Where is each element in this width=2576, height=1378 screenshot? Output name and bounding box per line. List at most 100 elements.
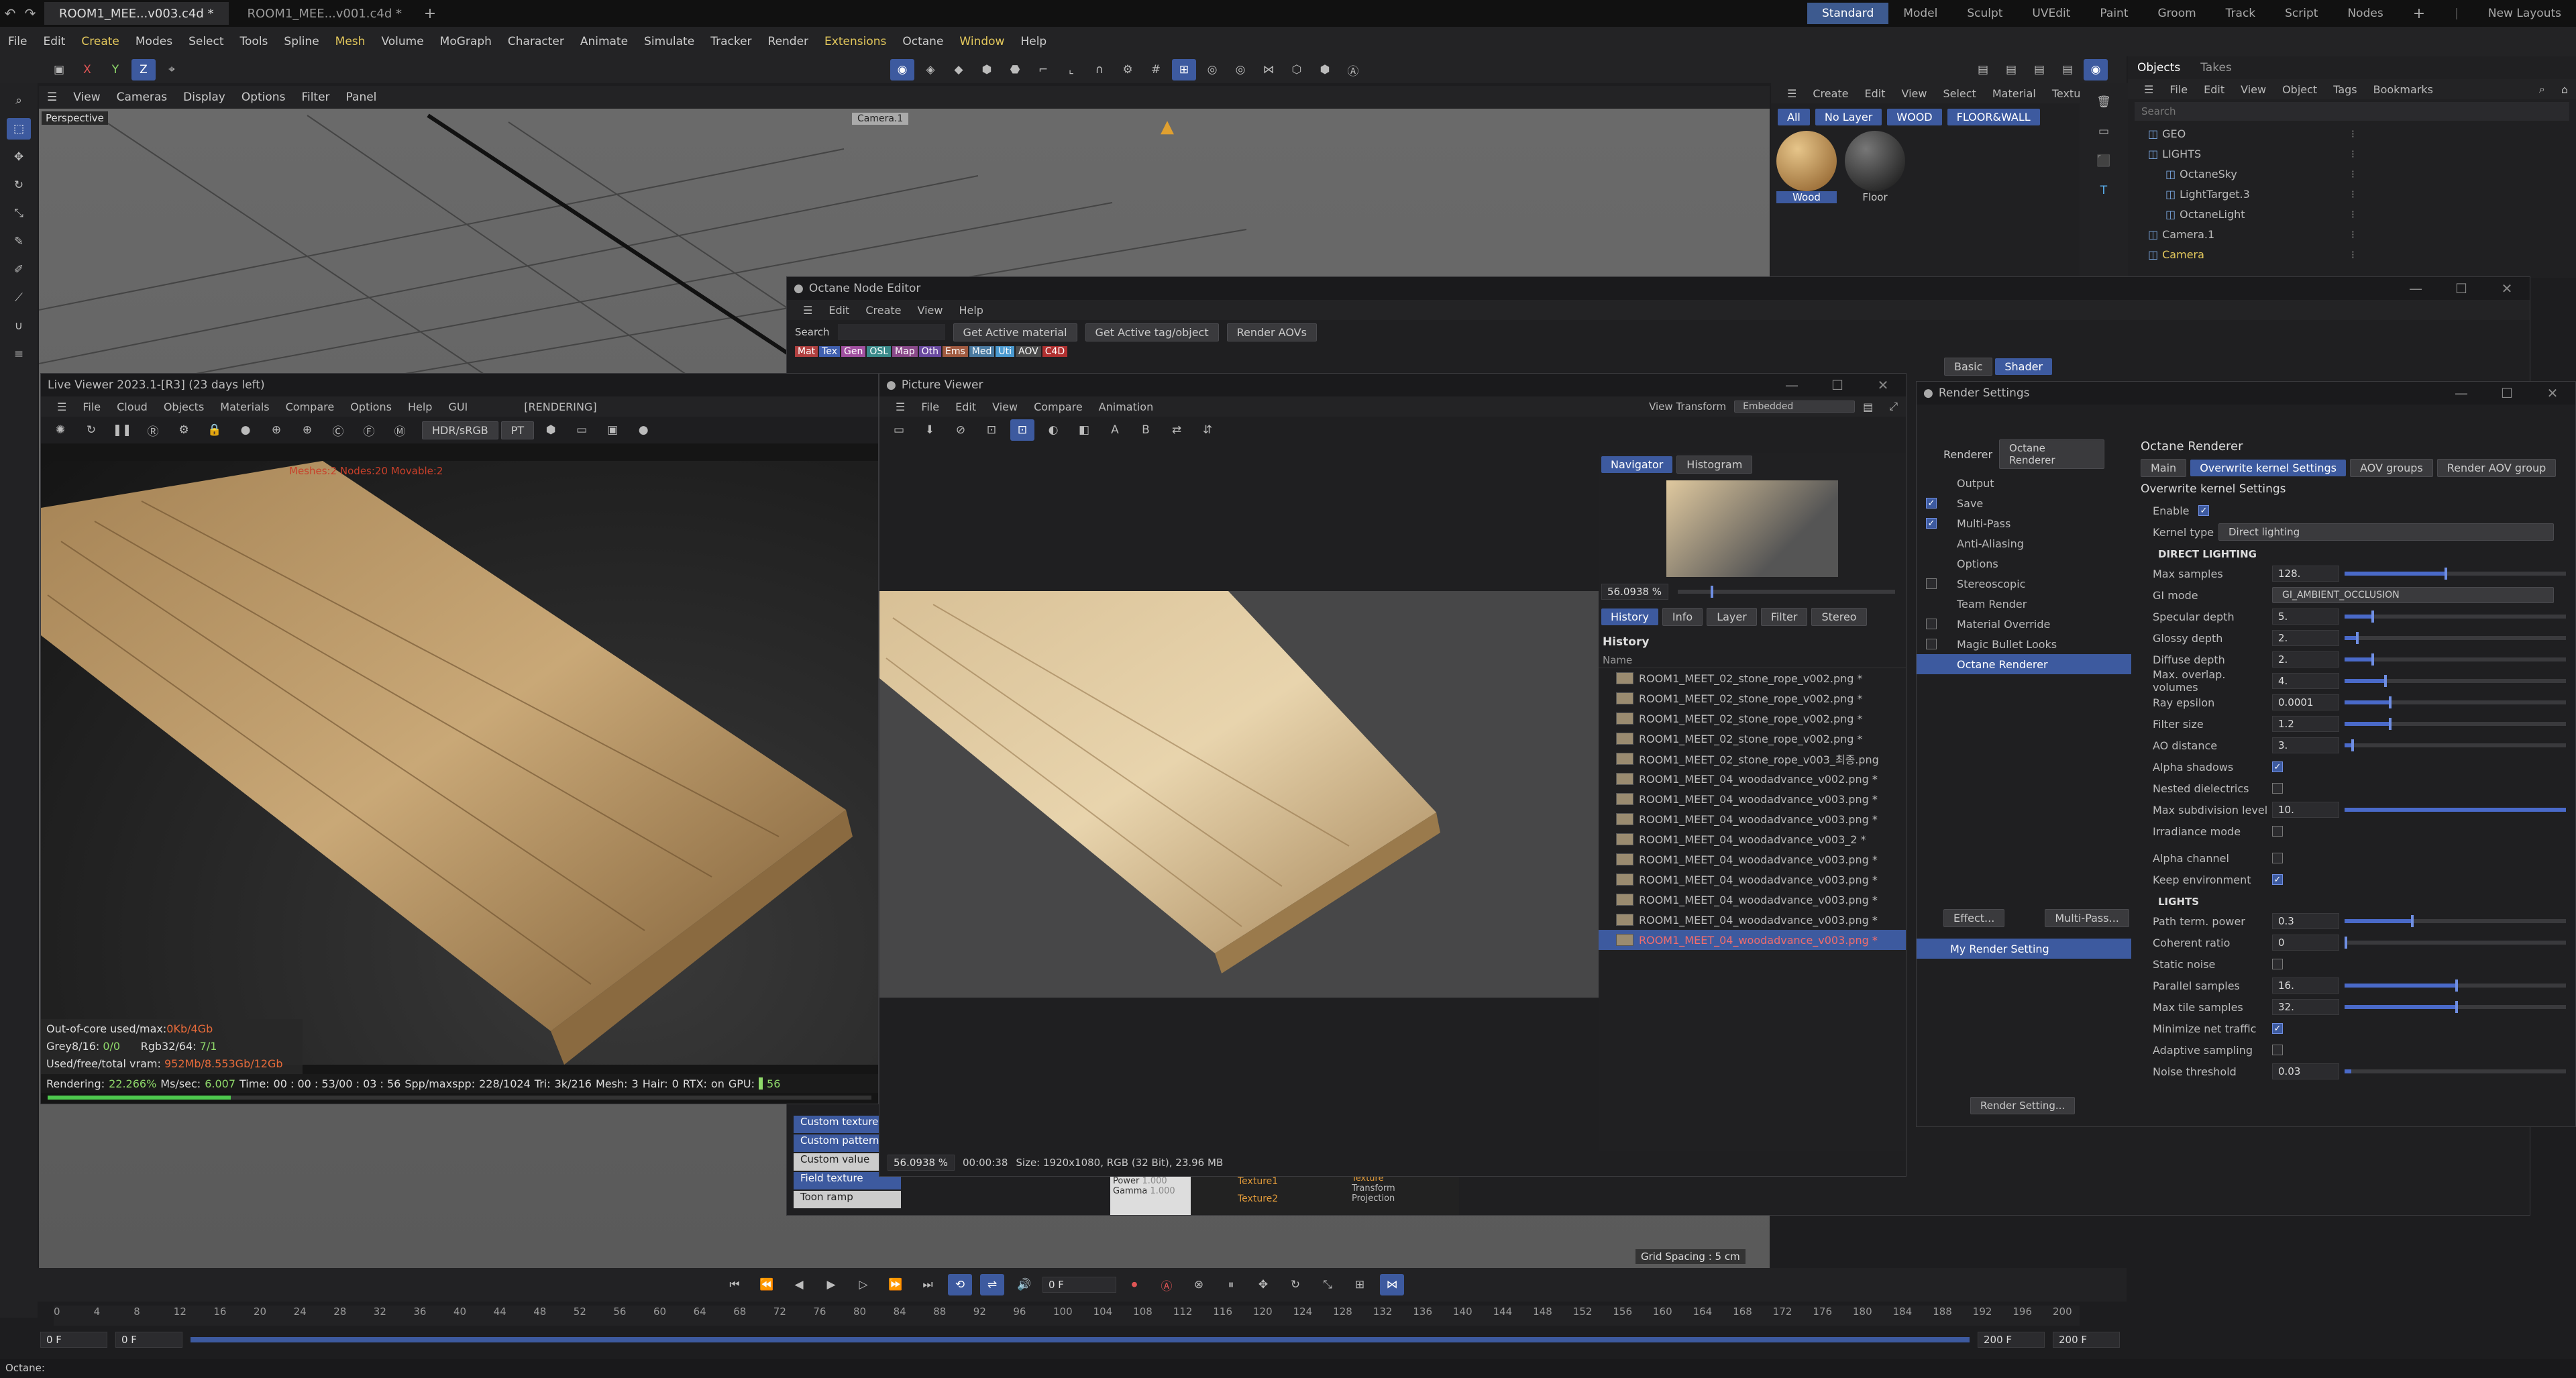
viewport-menu-display[interactable]: Display <box>175 91 233 104</box>
history-item[interactable]: ROOM1_MEET_04_woodadvance_v002.png * <box>1599 769 1906 789</box>
layout-groom[interactable]: Groom <box>2143 7 2211 20</box>
pv-menu-icon[interactable]: ☰ <box>888 401 913 413</box>
param-slider[interactable] <box>2345 979 2566 992</box>
rs-list-item[interactable]: Magic Bullet Looks <box>1917 634 2131 654</box>
lv-menu-gui[interactable]: GUI <box>440 401 476 413</box>
rs-list-item[interactable]: Options <box>1917 553 2131 574</box>
param-slider[interactable] <box>2345 937 2566 949</box>
camera-icon[interactable]: ▣ <box>600 419 625 441</box>
octane-icon[interactable]: ⬢ <box>1313 59 1337 81</box>
viewport-menu-panel[interactable]: Panel <box>338 91 385 104</box>
object-row[interactable]: ◫ LIGHTS ⁝ <box>2128 144 2576 164</box>
param-slider[interactable] <box>2345 739 2566 751</box>
new-layouts-button[interactable]: New Layouts <box>2473 7 2576 20</box>
menu-window[interactable]: Window <box>951 35 1012 48</box>
picture-image[interactable] <box>879 591 1600 998</box>
pv-menu-compare[interactable]: Compare <box>1026 401 1091 413</box>
material-wood[interactable]: Wood <box>1776 131 1837 203</box>
category-map[interactable]: Map <box>892 346 918 357</box>
keyframe-selection-icon[interactable]: ⊗ <box>1187 1274 1211 1295</box>
static-noise-checkbox[interactable] <box>2272 959 2283 969</box>
tab-info[interactable]: Info <box>1662 608 1703 626</box>
history-item[interactable]: ROOM1_MEET_02_stone_rope_v002.png * <box>1599 668 1906 688</box>
grid-icon[interactable]: # <box>1144 59 1168 81</box>
lv-menu-compare[interactable]: Compare <box>278 401 343 413</box>
side-toon-ramp[interactable]: Toon ramp <box>794 1191 901 1208</box>
layer-tool-icon[interactable]: ≡ <box>7 343 31 365</box>
mirror-icon[interactable]: ⋈ <box>1256 59 1281 81</box>
pv-footer-zoom[interactable]: 56.0938 % <box>888 1155 955 1171</box>
object-menu-file[interactable]: File <box>2161 83 2196 96</box>
fit-icon[interactable]: ⊡ <box>1010 419 1034 441</box>
layout-standard[interactable]: Standard <box>1807 3 1889 24</box>
pause-icon[interactable]: ❚❚ <box>110 419 134 441</box>
tab-basic[interactable]: Basic <box>1944 358 1993 376</box>
layout-track[interactable]: Track <box>2211 7 2270 20</box>
rs-list-item[interactable]: ✓ Save <box>1917 493 2131 513</box>
menu-octane[interactable]: Octane <box>894 35 951 48</box>
history-item[interactable]: ROOM1_MEET_04_woodadvance_v003.png * <box>1599 910 1906 930</box>
param-field[interactable]: 0 <box>2272 935 2339 951</box>
visibility-icon[interactable]: ⁝ <box>2351 148 2355 160</box>
film-strip-icon[interactable]: ▭ <box>570 419 594 441</box>
menu-help[interactable]: Help <box>1012 35 1055 48</box>
zoom-slider[interactable] <box>1678 586 1895 598</box>
menu-simulate[interactable]: Simulate <box>636 35 702 48</box>
rs-list-item[interactable]: Stereoscopic <box>1917 574 2131 594</box>
param-field[interactable]: 32. <box>2272 999 2339 1015</box>
close-button[interactable]: ✕ <box>2484 280 2530 297</box>
redo-icon[interactable]: ↷ <box>20 5 40 21</box>
param-slider[interactable] <box>2345 1001 2566 1013</box>
send-scene-icon[interactable]: ✺ <box>48 419 72 441</box>
menu-tools[interactable]: Tools <box>232 35 276 48</box>
material-floor[interactable]: Floor <box>1845 131 1905 203</box>
region-render-icon[interactable]: Ⓡ <box>141 419 165 441</box>
text-icon[interactable]: T <box>2092 180 2116 201</box>
rs-close-button[interactable]: ✕ <box>2530 385 2575 401</box>
menu-tracker[interactable]: Tracker <box>702 35 759 48</box>
object-row[interactable]: ◫ OctaneLight ⁝ <box>2128 204 2576 224</box>
key-scale-icon[interactable]: ⤡ <box>1316 1274 1340 1295</box>
tab-filter[interactable]: Filter <box>1760 608 1808 626</box>
tab-layer[interactable]: Layer <box>1707 608 1757 626</box>
lv-menu-icon[interactable]: ☰ <box>49 401 74 413</box>
render-aovs-button[interactable]: Render AOVs <box>1226 323 1317 341</box>
rotate-tool-icon[interactable]: ↻ <box>7 174 31 196</box>
tab-aov-groups[interactable]: AOV groups <box>2349 459 2433 477</box>
lock-icon[interactable]: 🔒 <box>203 419 227 441</box>
object-row[interactable]: ◫ GEO ⁝ <box>2128 123 2576 144</box>
document-tab[interactable]: ROOM1_MEE...v001.c4d * <box>233 2 417 25</box>
history-item[interactable]: ROOM1_MEET_04_woodadvance_v003.png * <box>1599 930 1906 950</box>
menu-create[interactable]: Create <box>73 35 127 48</box>
irradiance-checkbox[interactable] <box>2272 826 2283 837</box>
pv-maximize-button[interactable]: ☐ <box>1815 377 1860 393</box>
next-key-icon[interactable]: ⏩ <box>883 1274 908 1295</box>
record-key-icon[interactable]: ⏺ <box>1122 1274 1146 1295</box>
category-mat[interactable]: Mat <box>795 346 818 357</box>
menu-mesh[interactable]: Mesh <box>327 35 374 48</box>
material-menu-create[interactable]: Create <box>1805 87 1856 100</box>
object-menu-bookmarks[interactable]: Bookmarks <box>2365 83 2441 96</box>
layout-script[interactable]: Script <box>2270 7 2332 20</box>
history-item[interactable]: ROOM1_MEET_04_woodadvance_v003_2 * <box>1599 829 1906 849</box>
material-menu-material[interactable]: Material <box>1984 87 2044 100</box>
cube-icon[interactable]: ⬛ <box>2092 150 2116 172</box>
param-slider[interactable] <box>2345 653 2566 666</box>
filter-no-layer[interactable]: No Layer <box>1815 109 1882 125</box>
category-tex[interactable]: Tex <box>819 346 840 357</box>
a-compare-icon[interactable]: A <box>1103 419 1127 441</box>
brush-tool-icon[interactable]: ✐ <box>7 259 31 280</box>
pv-minimize-button[interactable]: — <box>1769 377 1815 393</box>
point-mode-icon[interactable]: ◉ <box>890 59 914 81</box>
snap-icon[interactable]: ∩ <box>1087 59 1112 81</box>
edge-mode-icon[interactable]: ◈ <box>918 59 943 81</box>
pv-menu-view[interactable]: View <box>984 401 1026 413</box>
magnet-tool-icon[interactable]: ∪ <box>7 315 31 337</box>
next-frame-icon[interactable]: ▷ <box>851 1274 875 1295</box>
visibility-icon[interactable]: ⁝ <box>2351 168 2355 180</box>
param-slider[interactable] <box>2345 675 2566 687</box>
start-frame-field[interactable]: 0 F <box>40 1332 107 1348</box>
render-setting-button[interactable]: Render Setting... <box>1970 1097 2076 1114</box>
material-menu-edit[interactable]: Edit <box>1857 87 1894 100</box>
prev-frame-icon[interactable]: ◀ <box>787 1274 811 1295</box>
